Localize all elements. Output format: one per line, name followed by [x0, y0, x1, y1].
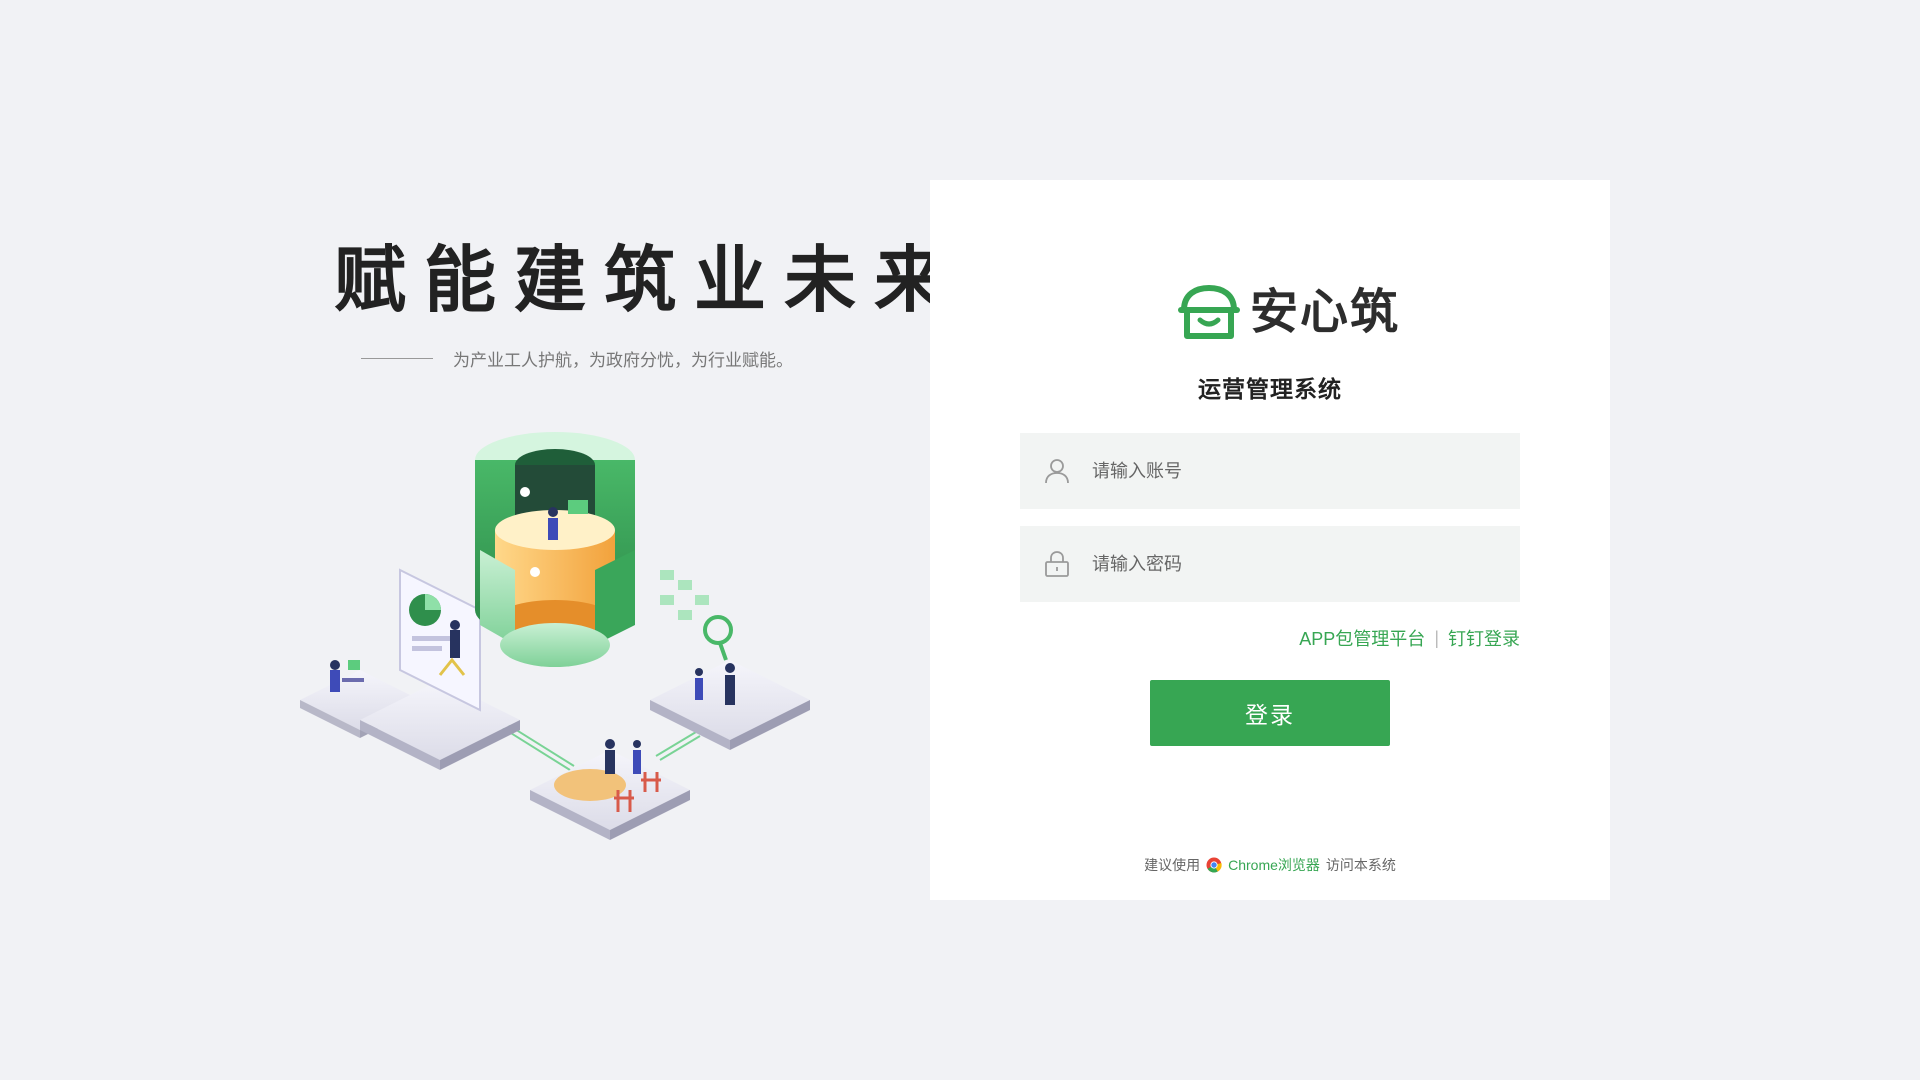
tagline-rule: [361, 358, 433, 359]
chrome-browser-name: Chrome浏览器: [1228, 857, 1320, 873]
account-field[interactable]: [1020, 433, 1520, 509]
account-input[interactable]: [1092, 433, 1520, 509]
system-title: 运营管理系统: [1198, 376, 1342, 402]
hero-section: 赋能建筑业未来 为产业工人护航，为政府分忧，为行业赋能。: [300, 230, 965, 870]
browser-tip: 建议使用 Chrome浏览器 访问本系统: [930, 855, 1610, 875]
brand-name: 安心筑: [1250, 286, 1401, 339]
link-separator: |: [1434, 627, 1439, 648]
password-field[interactable]: [1020, 526, 1520, 602]
dingtalk-login-link[interactable]: 钉钉登录: [1448, 625, 1520, 651]
tile-right: [650, 570, 810, 750]
chrome-icon: [1206, 857, 1222, 873]
tip-suffix: 访问本系统: [1325, 857, 1396, 873]
password-input[interactable]: [1092, 526, 1520, 602]
hero-tagline: 为产业工人护航，为政府分忧，为行业赋能。: [361, 346, 793, 371]
isometric-construction-illustration: [300, 432, 810, 840]
login-card: 安心筑 运营管理系统 APP包管理平台 | 钉钉登录 登录 建议使用 Ch: [930, 180, 1610, 900]
user-icon: [1045, 459, 1069, 484]
auxiliary-links: APP包管理平台 | 钉钉登录: [1299, 625, 1520, 651]
house-smile-icon: [1178, 284, 1240, 339]
center-tower: [475, 432, 635, 667]
lock-icon: [1045, 551, 1069, 577]
brand-logo: 安心筑: [1178, 284, 1400, 342]
login-button[interactable]: 登录: [1150, 680, 1390, 746]
app-package-link[interactable]: APP包管理平台: [1299, 625, 1425, 651]
hero-slogan: 赋能建筑业未来: [334, 237, 965, 322]
tip-prefix: 建议使用: [1144, 857, 1201, 873]
tagline-text: 为产业工人护航，为政府分忧，为行业赋能。: [453, 351, 793, 370]
